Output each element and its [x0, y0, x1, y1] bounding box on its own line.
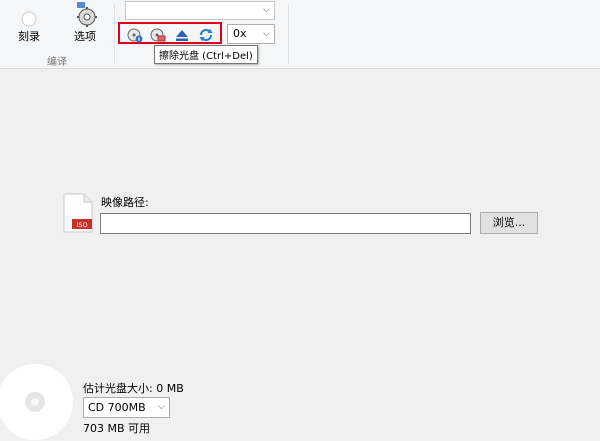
chevron-down-icon: ⌵ [263, 5, 270, 15]
group-separator [288, 4, 289, 64]
speed-multiplier-combo[interactable]: 0x ⌵ [227, 24, 275, 44]
image-path-input[interactable] [100, 213, 471, 234]
write-speed-combo[interactable]: ⌵ [125, 1, 275, 20]
iso-file-icon: ISO [63, 193, 93, 233]
ribbon: 刻录 选项 编译 ⌵ 0x ⌵ [0, 0, 600, 69]
burn-label: 刻录 [18, 30, 40, 43]
toolbar-icon-group [118, 22, 222, 44]
gear-icon [77, 2, 97, 27]
burn-icon [21, 11, 37, 27]
group-label: 编译 [47, 57, 67, 68]
browse-button[interactable]: 浏览... [480, 212, 538, 234]
disc-info-icon[interactable] [127, 27, 143, 43]
disc-type-select[interactable]: CD 700MB ⌵ [83, 397, 170, 418]
speed-multiplier-value: 0x [233, 27, 247, 40]
eject-icon[interactable] [174, 27, 190, 43]
available-space-label: 703 MB 可用 [83, 422, 151, 435]
tooltip: 擦除光盘 (Ctrl+Del) [154, 45, 258, 64]
group-separator [114, 4, 115, 64]
options-button[interactable]: 选项 [70, 2, 100, 44]
iso-badge-text: ISO [76, 221, 87, 229]
estimated-size-label: 估计光盘大小: 0 MB [83, 382, 184, 395]
chevron-down-icon: ⌵ [263, 29, 270, 39]
disc-type-value: CD 700MB [88, 401, 146, 414]
burn-button[interactable]: 刻录 [14, 10, 44, 44]
image-path-label: 映像路径: [101, 196, 149, 209]
erase-disc-icon[interactable] [150, 27, 166, 43]
chevron-down-icon: ⌵ [158, 402, 165, 412]
disc-icon [0, 364, 73, 440]
refresh-icon[interactable] [198, 27, 214, 43]
options-label: 选项 [74, 30, 96, 43]
